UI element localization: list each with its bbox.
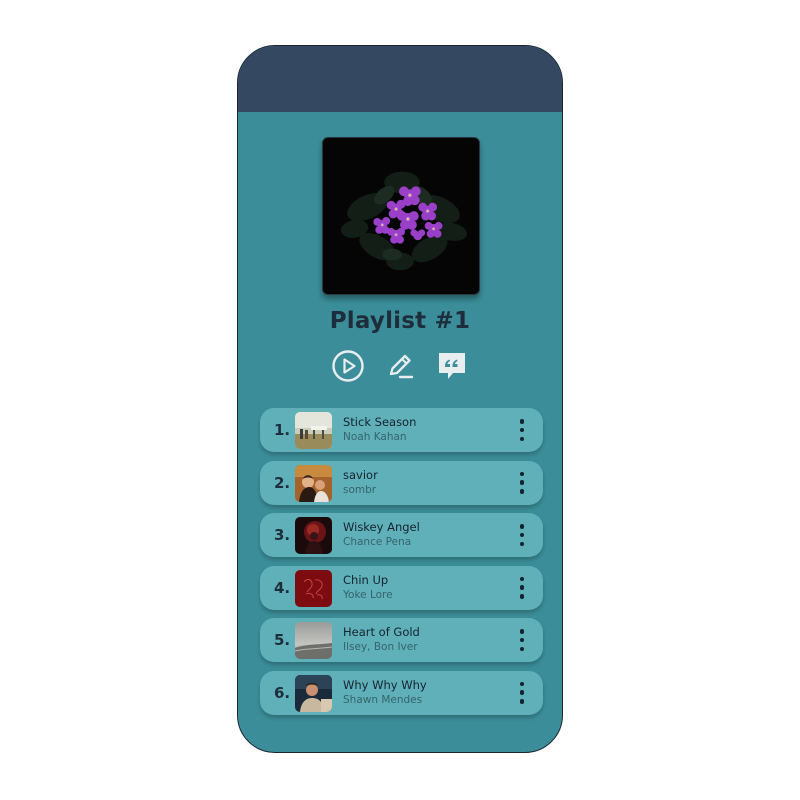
song-artist: sombr [343,483,377,496]
song-title: Heart of Gold [343,625,420,639]
album-art-icon [295,464,332,502]
album-art-thumbnail [295,517,332,554]
song-row[interactable]: 3. Wiskey Angel Chance Pena [260,513,543,557]
song-artist: Yoke Lore [343,588,393,601]
playlist-actions [238,349,562,383]
song-list: 1. Stick Season Noah Kahan 2. savior som… [260,408,543,723]
more-options-icon[interactable] [517,419,527,441]
song-artist: Ilsey, Bon Iver [343,641,418,653]
song-title: Chin Up [343,572,389,587]
play-circle-icon [332,350,364,382]
song-row[interactable]: 2. savior sombr [260,460,543,505]
song-number: 5. [274,631,291,649]
top-header-bar [238,46,562,112]
album-art-icon [295,569,332,607]
song-artist: Shawn Mendes [343,693,423,706]
song-title: Why Why Why [343,677,427,692]
pencil-icon [389,354,414,379]
more-options-icon[interactable] [517,471,527,494]
album-art-icon [295,674,332,712]
song-title: savior [343,467,378,482]
song-number: 2. [274,473,291,492]
album-art-thumbnail [295,412,332,449]
album-art-icon [295,517,332,554]
song-title: Stick Season [343,415,417,429]
song-number: 4. [274,578,291,597]
edit-button[interactable] [383,349,417,383]
phone-frame: Playlist #1 1. Stick Season Noah Kahan 2… [237,45,563,753]
album-art-thumbnail [295,622,332,659]
more-options-icon[interactable] [517,576,527,599]
play-button[interactable] [331,349,365,383]
song-row[interactable]: 5. Heart of Gold Ilsey, Bon Iver [260,618,543,662]
song-number: 3. [274,526,291,544]
song-artist: Noah Kahan [343,431,407,443]
song-row[interactable]: 1. Stick Season Noah Kahan [260,408,543,452]
more-options-icon[interactable] [517,524,527,546]
song-row[interactable]: 4. Chin Up Yoke Lore [260,565,543,610]
playlist-title: Playlist #1 [329,308,471,334]
more-options-icon[interactable] [517,681,527,704]
song-row[interactable]: 6. Why Why Why Shawn Mendes [260,670,543,715]
album-art-thumbnail [295,674,332,712]
song-title: Wiskey Angel [343,520,420,534]
album-art-thumbnail [295,464,332,502]
quote-button[interactable] [435,349,469,383]
playlist-cover-art [322,137,480,295]
song-number: 6. [274,683,291,702]
more-options-icon[interactable] [517,629,527,651]
album-art-icon [295,622,332,659]
album-art-icon [295,412,332,449]
violet-flowers-icon [323,138,479,294]
album-art-thumbnail [295,569,332,607]
quote-bubble-icon [439,353,465,379]
song-number: 1. [274,421,291,439]
song-artist: Chance Pena [343,536,412,548]
